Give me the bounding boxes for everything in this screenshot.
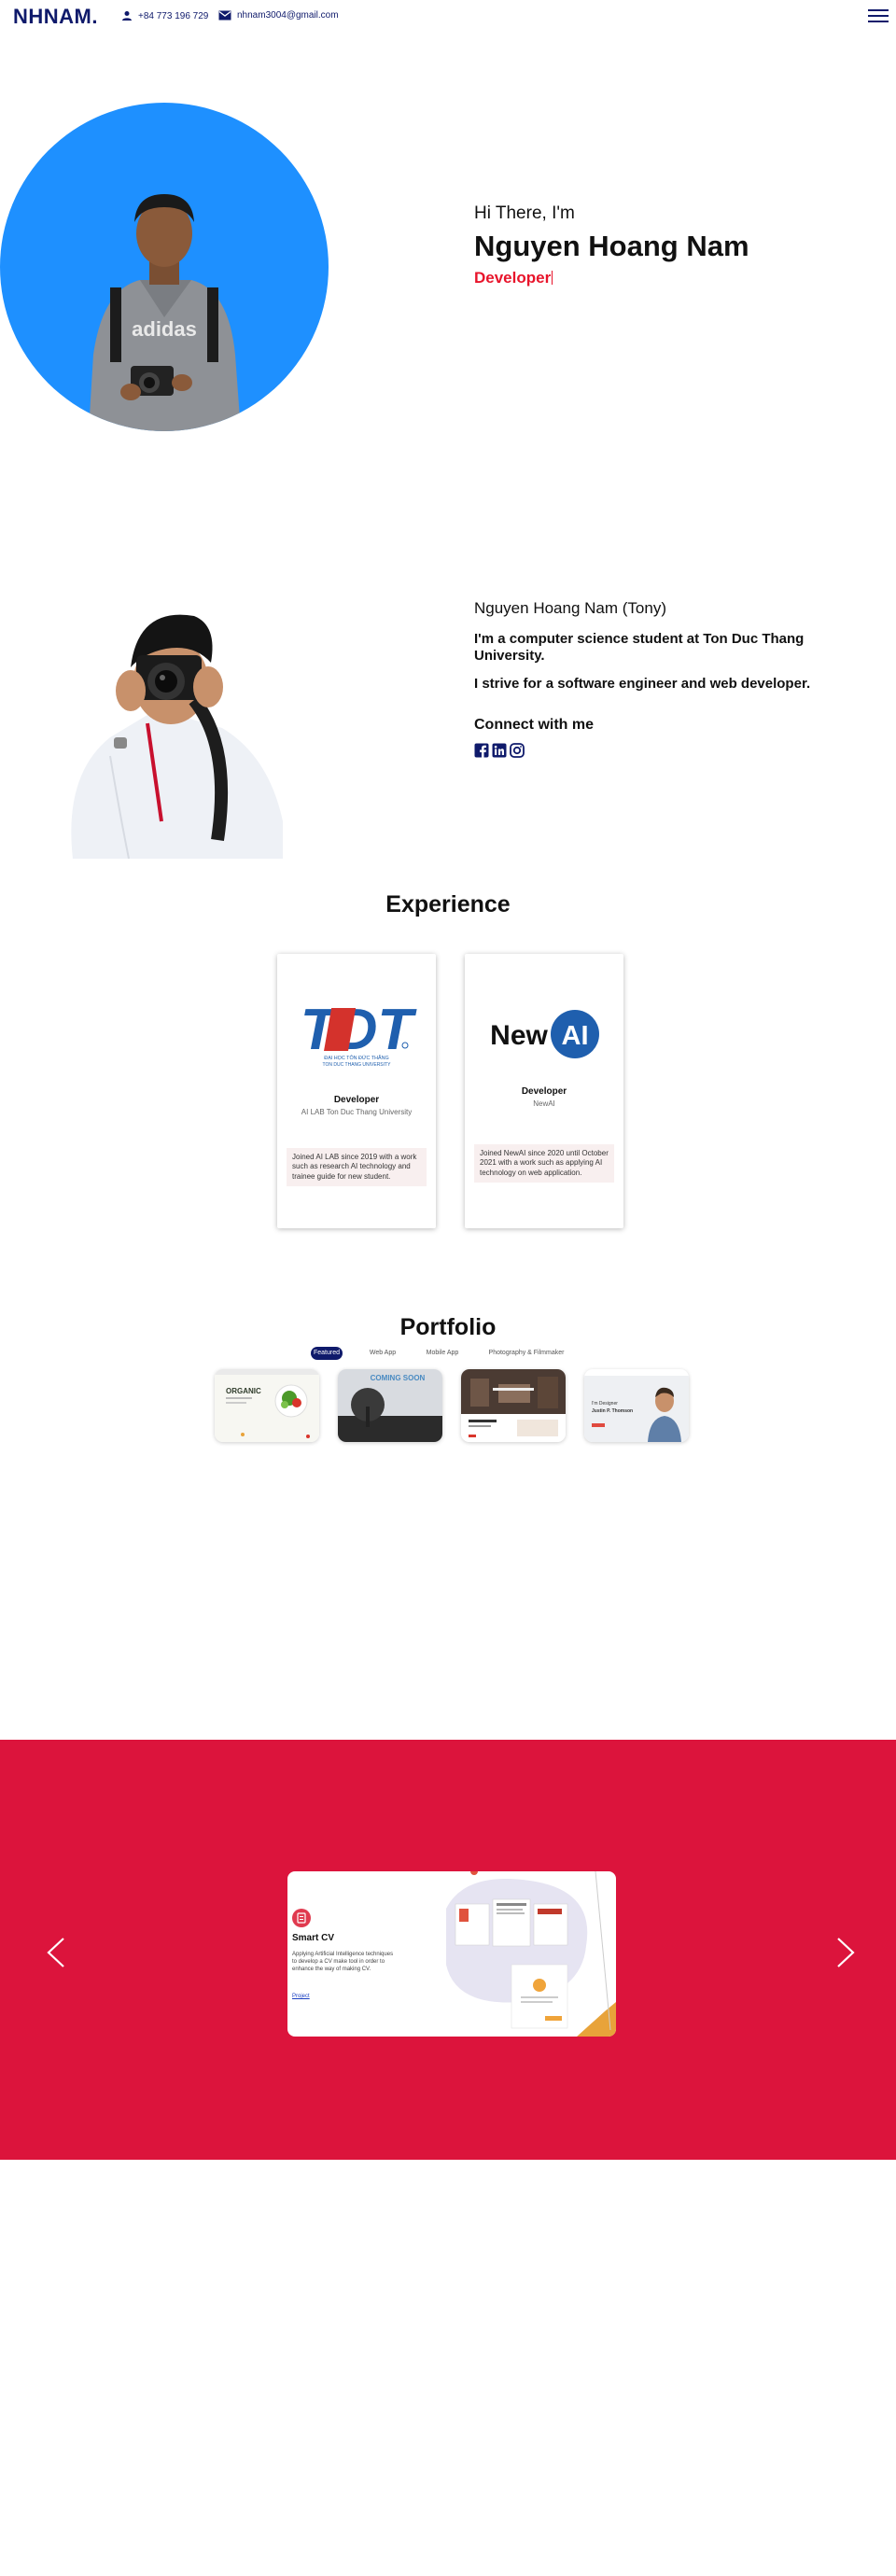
tab-mobile-app[interactable]: Mobile App [420, 1347, 465, 1360]
email-text: nhnam3004@gmail.com [237, 10, 339, 21]
hero-role-text: Developer [474, 269, 552, 287]
about-line-1: I'm a computer science student at Ton Du… [474, 631, 805, 664]
restaurant-preview [461, 1369, 566, 1442]
linkedin-icon[interactable] [492, 743, 507, 758]
portfolio-item-coming-soon[interactable]: COMING SOON [338, 1369, 442, 1442]
hero-avatar: adidas [0, 103, 329, 431]
mail-icon [218, 10, 231, 21]
experience-role: Developer [333, 1095, 380, 1105]
photographer-illustration [71, 614, 283, 860]
portfolio-item-designer[interactable]: I'm Designer Justin P. Thomson [584, 1369, 689, 1442]
chevron-right-icon[interactable] [834, 1937, 857, 1968]
facebook-icon[interactable] [474, 743, 489, 758]
tdtu-logo: TDT ĐẠI HỌC TÔN ĐỨC THẮNG TON DUC THANG … [301, 998, 418, 1068]
logo[interactable]: NHNAM. [13, 5, 98, 29]
social-links [474, 743, 875, 758]
project-card-smart-cv: Smart CV Applying Artificial Intelligenc… [287, 1871, 616, 2037]
about-line-2: I strive for a software engineer and web… [474, 676, 811, 692]
svg-text:ORGANIC: ORGANIC [226, 1387, 261, 1395]
project-link[interactable]: Project [292, 1994, 310, 1999]
svg-text:TON DUC THANG UNIVERSITY: TON DUC THANG UNIVERSITY [323, 1062, 392, 1068]
organic-preview: ORGANIC [215, 1369, 319, 1442]
svg-text:ĐẠI HỌC TÔN ĐỨC THẮNG: ĐẠI HỌC TÔN ĐỨC THẮNG [324, 1054, 388, 1061]
svg-text:adidas: adidas [132, 317, 197, 341]
experience-org: AI LAB Ton Duc Thang University [301, 1108, 413, 1116]
tab-photography-filmmaker[interactable]: Photography & Filmmaker [482, 1347, 571, 1360]
portfolio-title: Portfolio [399, 1314, 497, 1340]
person-icon [122, 11, 132, 21]
hero-person-illustration: adidas [89, 194, 241, 431]
page: NHNAM. +84 773 196 729 nhnam3004@gmail.c… [0, 0, 896, 2576]
portfolio-item-organic[interactable]: ORGANIC [215, 1369, 319, 1442]
typing-caret [552, 271, 553, 285]
svg-text:Justin P. Thomson: Justin P. Thomson [592, 1408, 633, 1414]
project-icon [292, 1909, 311, 1927]
connect-heading: Connect with me [474, 717, 595, 733]
designer-preview: I'm Designer Justin P. Thomson [584, 1369, 689, 1442]
svg-text:COMING SOON: COMING SOON [371, 1374, 426, 1382]
svg-text:New: New [490, 1020, 548, 1051]
project-title: Smart CV [292, 1933, 335, 1943]
hero-role: Developer [474, 269, 749, 287]
newai-logo: New AI [490, 1010, 599, 1058]
hero-name: Nguyen Hoang Nam [474, 230, 749, 262]
instagram-icon[interactable] [510, 743, 525, 758]
chevron-left-icon[interactable] [45, 1937, 67, 1968]
svg-text:I'm Designer: I'm Designer [592, 1401, 618, 1407]
project-desc: Applying Artificial Intelligence techniq… [292, 1952, 394, 1972]
experience-org: NewAI [533, 1099, 555, 1108]
portfolio-tabs: Featured Web App Mobile App Photography … [0, 1347, 896, 1362]
about-section: Nguyen Hoang Nam (Tony) I'm a computer s… [474, 599, 875, 758]
experience-desc: Joined AI LAB since 2019 with a work suc… [287, 1148, 427, 1187]
svg-text:TDT: TDT [301, 998, 418, 1062]
experience-card-tdtu: TDT ĐẠI HỌC TÔN ĐỨC THẮNG TON DUC THANG … [277, 954, 436, 1228]
experience-role: Developer [521, 1086, 567, 1097]
coming-soon-preview: COMING SOON [338, 1369, 442, 1442]
about-photo [54, 597, 287, 860]
hamburger-menu-icon[interactable] [868, 6, 889, 24]
tab-featured[interactable]: Featured [311, 1347, 343, 1360]
phone-text: +84 773 196 729 [138, 10, 209, 21]
hero-intro: Hi There, I'm Nguyen Hoang Nam Developer [474, 203, 749, 287]
svg-text:AI: AI [562, 1021, 589, 1051]
about-name: Nguyen Hoang Nam (Tony) [474, 599, 666, 617]
hero-greeting: Hi There, I'm [474, 203, 575, 223]
phone-contact[interactable]: +84 773 196 729 [121, 10, 208, 21]
experience-title: Experience [385, 891, 511, 917]
header: NHNAM. +84 773 196 729 nhnam3004@gmail.c… [0, 0, 896, 32]
email-contact[interactable]: nhnam3004@gmail.com [218, 10, 339, 21]
smart-cv-preview [446, 1871, 616, 2037]
tab-web-app[interactable]: Web App [362, 1347, 403, 1360]
portfolio-item-restaurant[interactable] [461, 1369, 566, 1442]
experience-desc: Joined NewAI since 2020 until October 20… [474, 1144, 614, 1183]
experience-card-newai: New AI Developer NewAI Joined NewAI sinc… [465, 954, 623, 1228]
